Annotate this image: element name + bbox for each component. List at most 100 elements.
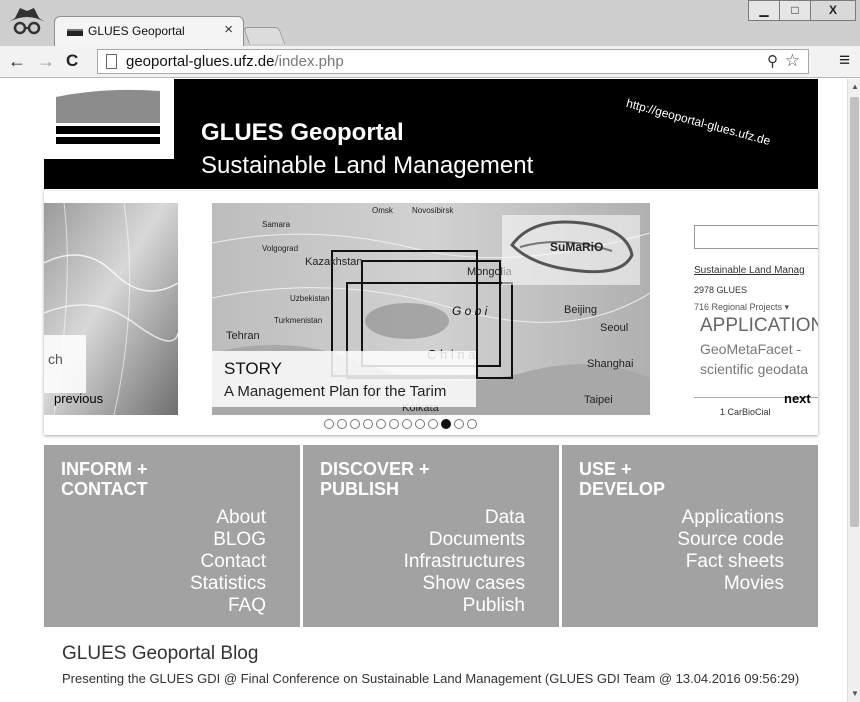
site-title: GLUES Geoportal — [201, 119, 404, 146]
map-label-omsk: Omsk — [372, 206, 394, 215]
category-link[interactable]: Infrastructures — [404, 551, 525, 573]
browser-menu-icon[interactable]: ≡ — [839, 50, 850, 72]
slide-dot[interactable] — [376, 419, 386, 429]
slide-dot[interactable] — [415, 419, 425, 429]
scientific-geodata-preview: scientific geodata — [700, 361, 809, 377]
tab-title: GLUES Geoportal — [88, 24, 185, 38]
category-panel: USE + DEVELOP Applications Source code Fact… — [562, 445, 818, 627]
category-link[interactable]: Contact — [190, 551, 266, 573]
category-link[interactable]: Documents — [404, 529, 525, 551]
map-label-turkmenistan: Turkmenistan — [274, 316, 322, 325]
map-label-shanghai: Shanghai — [587, 358, 634, 370]
blog-entry-link[interactable]: Presenting the GLUES GDI @ Final Confere… — [62, 671, 802, 686]
site-favicon-icon — [67, 29, 83, 36]
page-viewport: GLUES Geoportal Sustainable Land Managem… — [0, 79, 847, 702]
browser-tab[interactable]: GLUES Geoportal × — [54, 16, 244, 46]
scroll-thumb[interactable] — [850, 97, 859, 527]
slide-dot[interactable] — [363, 419, 373, 429]
url-text: geoportal-glues.ufz.de/index.php — [126, 53, 344, 70]
story-title: STORY — [224, 359, 282, 378]
sumario-logo: SuMaRiO — [502, 215, 640, 285]
slide-dot[interactable] — [428, 419, 438, 429]
map-label-taipei: Taipei — [584, 394, 613, 406]
category-link[interactable]: BLOG — [190, 529, 266, 551]
sumario-river-icon: SuMaRiO — [510, 220, 634, 274]
forward-button[interactable]: → — [37, 51, 55, 72]
slide-dot[interactable] — [324, 419, 334, 429]
close-tab-icon[interactable]: × — [224, 21, 233, 38]
next-button[interactable]: next — [784, 391, 811, 406]
category-links: Data Documents Infrastructures Show cases Pu… — [404, 507, 525, 617]
previous-slide-preview[interactable]: ch — [44, 203, 178, 415]
map-label-volgograd: Volgograd — [262, 244, 298, 253]
slide-dot[interactable] — [389, 419, 399, 429]
close-window-button[interactable]: X — [810, 0, 856, 21]
bookmark-star-icon[interactable]: ☆ — [785, 51, 800, 71]
map-label-tehran: Tehran — [226, 330, 260, 342]
minimize-button[interactable]: ▁ — [748, 0, 780, 21]
scroll-down-icon[interactable]: ▼ — [851, 689, 859, 698]
application-heading-preview: APPLICATION — [700, 315, 818, 336]
category-panel: INFORM + CONTACT About BLOG Contact Statisti… — [44, 445, 300, 627]
map-label-beijing: Beijing — [564, 304, 597, 316]
category-link[interactable]: Source code — [677, 529, 784, 551]
story-text: A Management Plan for the Tarim — [224, 383, 447, 400]
slideshow: ch previous Kazakhstan Mongolia G o b i … — [44, 191, 818, 435]
reload-button[interactable]: C — [66, 51, 78, 71]
category-link[interactable]: Statistics — [190, 573, 266, 595]
glues-logo[interactable] — [44, 79, 174, 159]
browser-toolbar: ← → C geoportal-glues.ufz.de/index.php ⚲… — [0, 46, 860, 78]
window-controls: ▁ □ X — [748, 0, 856, 21]
site-subtitle: Sustainable Land Management — [201, 152, 534, 179]
slide-indicators — [324, 419, 477, 429]
map-label-uzbekistan: Uzbekistan — [290, 294, 330, 303]
category-link[interactable]: Movies — [677, 573, 784, 595]
logo-graphic-icon — [56, 89, 160, 144]
map-label-kazakhstan: Kazakhstan — [305, 256, 362, 268]
site-url-text: http://geoportal-glues.ufz.de — [624, 95, 773, 149]
glues-count-preview: 2978 GLUES — [694, 285, 748, 295]
geometafacet-preview: GeoMetaFacet - — [700, 341, 802, 357]
category-link[interactable]: Show cases — [404, 573, 525, 595]
story-caption: STORY A Management Plan for the Tarim — [212, 351, 476, 407]
zoom-icon[interactable]: ⚲ — [767, 52, 778, 70]
address-bar[interactable]: geoportal-glues.ufz.de/index.php ⚲ ☆ — [97, 49, 809, 74]
category-link[interactable]: About — [190, 507, 266, 529]
slide-dot[interactable] — [454, 419, 464, 429]
category-heading: USE + DEVELOP — [579, 459, 666, 499]
category-panel: DISCOVER + PUBLISH Data Documents Infrastru… — [303, 445, 559, 627]
category-heading: INFORM + CONTACT — [61, 459, 148, 499]
slide-dot[interactable] — [350, 419, 360, 429]
blog-title: GLUES Geoportal Blog — [62, 643, 259, 664]
regional-projects-preview: 716 Regional Projects ▾ — [694, 302, 790, 312]
category-link[interactable]: Applications — [677, 507, 784, 529]
browser-titlebar: GLUES Geoportal × ▁ □ X — [0, 0, 860, 46]
category-heading: DISCOVER + PUBLISH — [320, 459, 430, 499]
category-link[interactable]: FAQ — [190, 595, 266, 617]
page-scrollbar[interactable]: ▲ ▼ — [847, 79, 860, 702]
map-label-samara: Samara — [262, 220, 291, 229]
maximize-button[interactable]: □ — [779, 0, 811, 21]
scroll-up-icon[interactable]: ▲ — [851, 82, 859, 91]
category-link[interactable]: Publish — [404, 595, 525, 617]
category-panels: INFORM + CONTACT About BLOG Contact Statisti… — [44, 445, 818, 627]
new-tab-button[interactable] — [242, 27, 286, 44]
next-slide-preview[interactable]: Sustainable Land Manag 2978 GLUES 716 Re… — [694, 203, 818, 415]
category-link[interactable]: Data — [404, 507, 525, 529]
slide-dot[interactable] — [337, 419, 347, 429]
carbiocial-preview: 1 CarBioCial — [720, 407, 771, 415]
previous-button[interactable]: previous — [54, 391, 103, 406]
slide-dot[interactable] — [441, 419, 451, 429]
back-button[interactable]: ← — [8, 51, 26, 72]
category-link[interactable]: Fact sheets — [677, 551, 784, 573]
site-header: GLUES Geoportal Sustainable Land Managem… — [44, 79, 818, 189]
map-label-novosibirsk: Novosibirsk — [412, 206, 454, 215]
incognito-icon — [9, 8, 45, 35]
slide-dot[interactable] — [402, 419, 412, 429]
current-slide[interactable]: Kazakhstan Mongolia G o b i C h i n a Be… — [212, 203, 650, 415]
sustainable-land-link-preview: Sustainable Land Manag — [694, 265, 805, 276]
search-input-preview — [694, 225, 818, 249]
search-fragment: ch — [44, 335, 86, 393]
map-label-seoul: Seoul — [600, 322, 628, 334]
slide-dot[interactable] — [467, 419, 477, 429]
